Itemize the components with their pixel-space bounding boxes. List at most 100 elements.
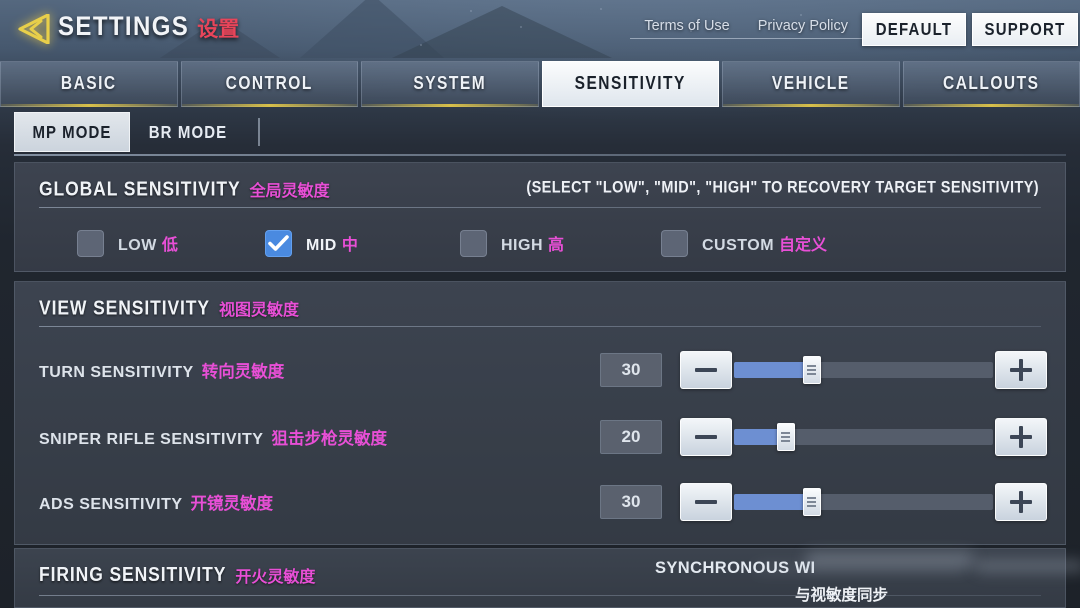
option-mid-label-cn: 中 [341,237,358,254]
option-high-label-en: HIGH [501,237,543,254]
option-low[interactable]: LOW 低 [77,221,178,265]
plus-icon [1019,491,1023,513]
view-sensitivity-heading: VIEW SENSITIVITY 视图灵敏度 [39,296,299,320]
ads-sensitivity-thumb[interactable] [802,488,821,516]
global-sensitivity-title-en: GLOBAL SENSITIVITY [39,176,241,200]
slider-row-turn-sensitivity: TURN SENSITIVITY 转向灵敏度 30 [15,346,1065,394]
subtab-divider [258,118,260,146]
tab-callouts[interactable]: CALLOUTS [902,61,1080,107]
back-arrow-icon [18,14,50,44]
turn-sensitivity-label-cn: 转向灵敏度 [201,363,285,381]
subtab-br-mode[interactable]: BR MODE [130,112,246,152]
ads-sensitivity-fill [734,494,812,510]
turn-sensitivity-thumb[interactable] [802,356,821,384]
tab-callouts-label: CALLOUTS [943,73,1040,94]
sniper-rifle-sensitivity-value[interactable]: 20 [600,420,662,454]
turn-sensitivity-track[interactable] [734,356,993,384]
firing-sensitivity-title-en: FIRING SENSITIVITY [39,562,227,586]
global-sensitivity-options: LOW 低 MID 中 HIGH 高 CUSTOM 自定义 [15,221,1065,265]
tab-bar: BASIC CONTROL SYSTEM SENSITIVITY VEHICLE… [0,61,1080,107]
section-divider [39,595,1041,596]
tab-control-label: CONTROL [225,73,313,94]
checkbox-mid[interactable] [265,229,292,257]
option-mid[interactable]: MID 中 [265,221,358,265]
view-sensitivity-panel: VIEW SENSITIVITY 视图灵敏度 TURN SENSITIVITY … [14,281,1066,545]
support-button-label: SUPPORT [984,19,1066,40]
firing-sensitivity-title-cn: 开火灵敏度 [235,569,316,586]
tab-vehicle-label: VEHICLE [771,73,850,94]
ads-sensitivity-increment-button[interactable] [995,483,1047,521]
subtab-mp-mode[interactable]: MP MODE [14,112,130,152]
sub-tab-underline [14,154,1066,156]
page-title: SETTINGS 设置 [58,11,240,43]
tab-system[interactable]: SYSTEM [361,61,539,107]
tab-system-label: SYSTEM [413,73,487,94]
tab-basic-label: BASIC [60,73,117,94]
privacy-policy-link[interactable]: Privacy Policy [743,18,862,39]
plus-icon [1019,359,1023,381]
sub-tab-bar: MP MODE BR MODE [14,112,1066,152]
turn-sensitivity-label-en: TURN SENSITIVITY [39,364,194,381]
turn-sensitivity-increment-button[interactable] [995,351,1047,389]
sniper-rifle-sensitivity-increment-button[interactable] [995,418,1047,456]
plus-icon [1019,426,1023,448]
settings-screen: SETTINGS 设置 Terms of Use Privacy Policy … [0,0,1080,608]
turn-sensitivity-slider[interactable] [680,351,1047,389]
ads-sensitivity-label-cn: 开镜灵敏度 [190,495,274,513]
firing-sensitivity-panel: FIRING SENSITIVITY 开火灵敏度 SYNCHRONOUS WI … [14,548,1080,608]
overlay-blur [805,553,975,569]
global-sensitivity-heading: GLOBAL SENSITIVITY 全局灵敏度 [39,177,330,201]
tab-sensitivity-label: SENSITIVITY [574,73,686,94]
option-high[interactable]: HIGH 高 [460,221,564,265]
turn-sensitivity-decrement-button[interactable] [680,351,732,389]
checkbox-low[interactable] [77,229,104,257]
option-mid-label-en: MID [306,237,337,254]
subtab-mp-mode-label: MP MODE [32,121,112,143]
subtab-br-mode-label: BR MODE [148,121,228,143]
checkbox-custom[interactable] [661,229,688,257]
support-button[interactable]: SUPPORT [972,13,1078,46]
minus-icon [695,435,717,439]
sniper-rifle-sensitivity-label: SNIPER RIFLE SENSITIVITY 狙击步枪灵敏度 [39,425,387,449]
option-custom[interactable]: CUSTOM 自定义 [661,221,827,265]
tab-sensitivity[interactable]: SENSITIVITY [541,61,719,107]
view-sensitivity-title-cn: 视图灵敏度 [218,302,299,319]
view-sensitivity-title-en: VIEW SENSITIVITY [39,295,210,319]
synchronous-option[interactable]: SYNCHRONOUS WI 与视敏度同步 [655,559,888,604]
ads-sensitivity-label-en: ADS SENSITIVITY [39,496,183,513]
sniper-rifle-sensitivity-decrement-button[interactable] [680,418,732,456]
page-title-en: SETTINGS [58,11,190,42]
sniper-rifle-sensitivity-label-en: SNIPER RIFLE SENSITIVITY [39,431,264,448]
slider-row-ads-sensitivity: ADS SENSITIVITY 开镜灵敏度 30 [15,478,1065,526]
firing-sensitivity-heading: FIRING SENSITIVITY 开火灵敏度 [39,563,315,587]
ads-sensitivity-value[interactable]: 30 [600,485,662,519]
tab-vehicle[interactable]: VEHICLE [722,61,900,107]
section-divider [39,207,1041,208]
overlay-blur [975,561,1080,573]
global-sensitivity-title-cn: 全局灵敏度 [249,183,330,200]
slider-row-sniper-rifle-sensitivity: SNIPER RIFLE SENSITIVITY 狙击步枪灵敏度 20 [15,413,1065,461]
sniper-rifle-sensitivity-label-cn: 狙击步枪灵敏度 [271,430,387,448]
tab-basic[interactable]: BASIC [0,61,178,107]
ads-sensitivity-slider[interactable] [680,483,1047,521]
tab-control[interactable]: CONTROL [180,61,358,107]
page-title-cn: 设置 [197,18,240,41]
default-button[interactable]: DEFAULT [862,13,966,46]
terms-of-use-link[interactable]: Terms of Use [630,18,744,39]
option-custom-label-en: CUSTOM [702,237,775,254]
global-sensitivity-hint: (SELECT "LOW", "MID", "HIGH" TO RECOVERY… [526,179,1039,197]
ads-sensitivity-decrement-button[interactable] [680,483,732,521]
option-low-label-cn: 低 [161,237,178,254]
minus-icon [695,368,717,372]
sniper-rifle-sensitivity-slider[interactable] [680,418,1047,456]
check-icon [268,234,289,251]
ads-sensitivity-track[interactable] [734,488,993,516]
turn-sensitivity-value[interactable]: 30 [600,353,662,387]
checkbox-high[interactable] [460,229,487,257]
sniper-rifle-sensitivity-track[interactable] [734,423,993,451]
header-bar: SETTINGS 设置 Terms of Use Privacy Policy … [0,0,1080,58]
synchronous-label-cn: 与视敏度同步 [795,587,889,604]
sniper-rifle-sensitivity-thumb[interactable] [776,423,795,451]
back-button[interactable] [13,11,55,47]
section-divider [39,326,1041,327]
